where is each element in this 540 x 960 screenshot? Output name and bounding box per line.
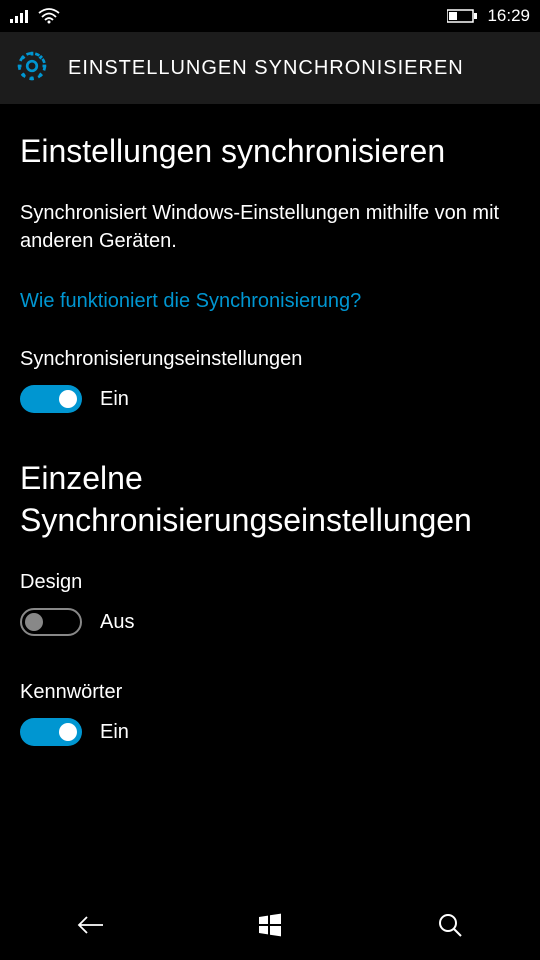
design-state: Aus xyxy=(100,611,134,634)
sync-settings-label: Synchronisierungseinstellungen xyxy=(20,348,520,371)
individual-section-title: Einzelne Synchronisierungseinstellungen xyxy=(20,458,520,541)
back-button[interactable] xyxy=(50,900,130,950)
sync-description: Synchronisiert Windows-Einstellungen mit… xyxy=(20,199,520,255)
main-content: Einstellungen synchronisieren Synchronis… xyxy=(0,104,540,746)
status-time: 16:29 xyxy=(487,6,530,26)
header-title: EINSTELLUNGEN SYNCHRONISIEREN xyxy=(68,57,464,80)
status-bar: 16:29 xyxy=(0,0,540,32)
passwords-label: Kennwörter xyxy=(20,681,520,704)
help-link[interactable]: Wie funktioniert die Synchronisierung? xyxy=(20,290,520,313)
battery-icon xyxy=(447,9,477,23)
design-toggle[interactable] xyxy=(20,608,82,636)
passwords-toggle[interactable] xyxy=(20,718,82,746)
windows-button[interactable] xyxy=(230,900,310,950)
page-title: Einstellungen synchronisieren xyxy=(20,134,520,169)
gear-icon xyxy=(14,48,50,89)
sync-settings-toggle[interactable] xyxy=(20,385,82,413)
sync-settings-state: Ein xyxy=(100,388,129,411)
signal-icon xyxy=(10,9,30,23)
sync-settings-block: Synchronisierungseinstellungen Ein xyxy=(20,348,520,413)
passwords-block: Kennwörter Ein xyxy=(20,681,520,746)
design-block: Design Aus xyxy=(20,571,520,636)
wifi-icon xyxy=(38,8,60,24)
app-header: EINSTELLUNGEN SYNCHRONISIEREN xyxy=(0,32,540,104)
design-label: Design xyxy=(20,571,520,594)
navigation-bar xyxy=(0,890,540,960)
passwords-state: Ein xyxy=(100,721,129,744)
search-button[interactable] xyxy=(410,900,490,950)
